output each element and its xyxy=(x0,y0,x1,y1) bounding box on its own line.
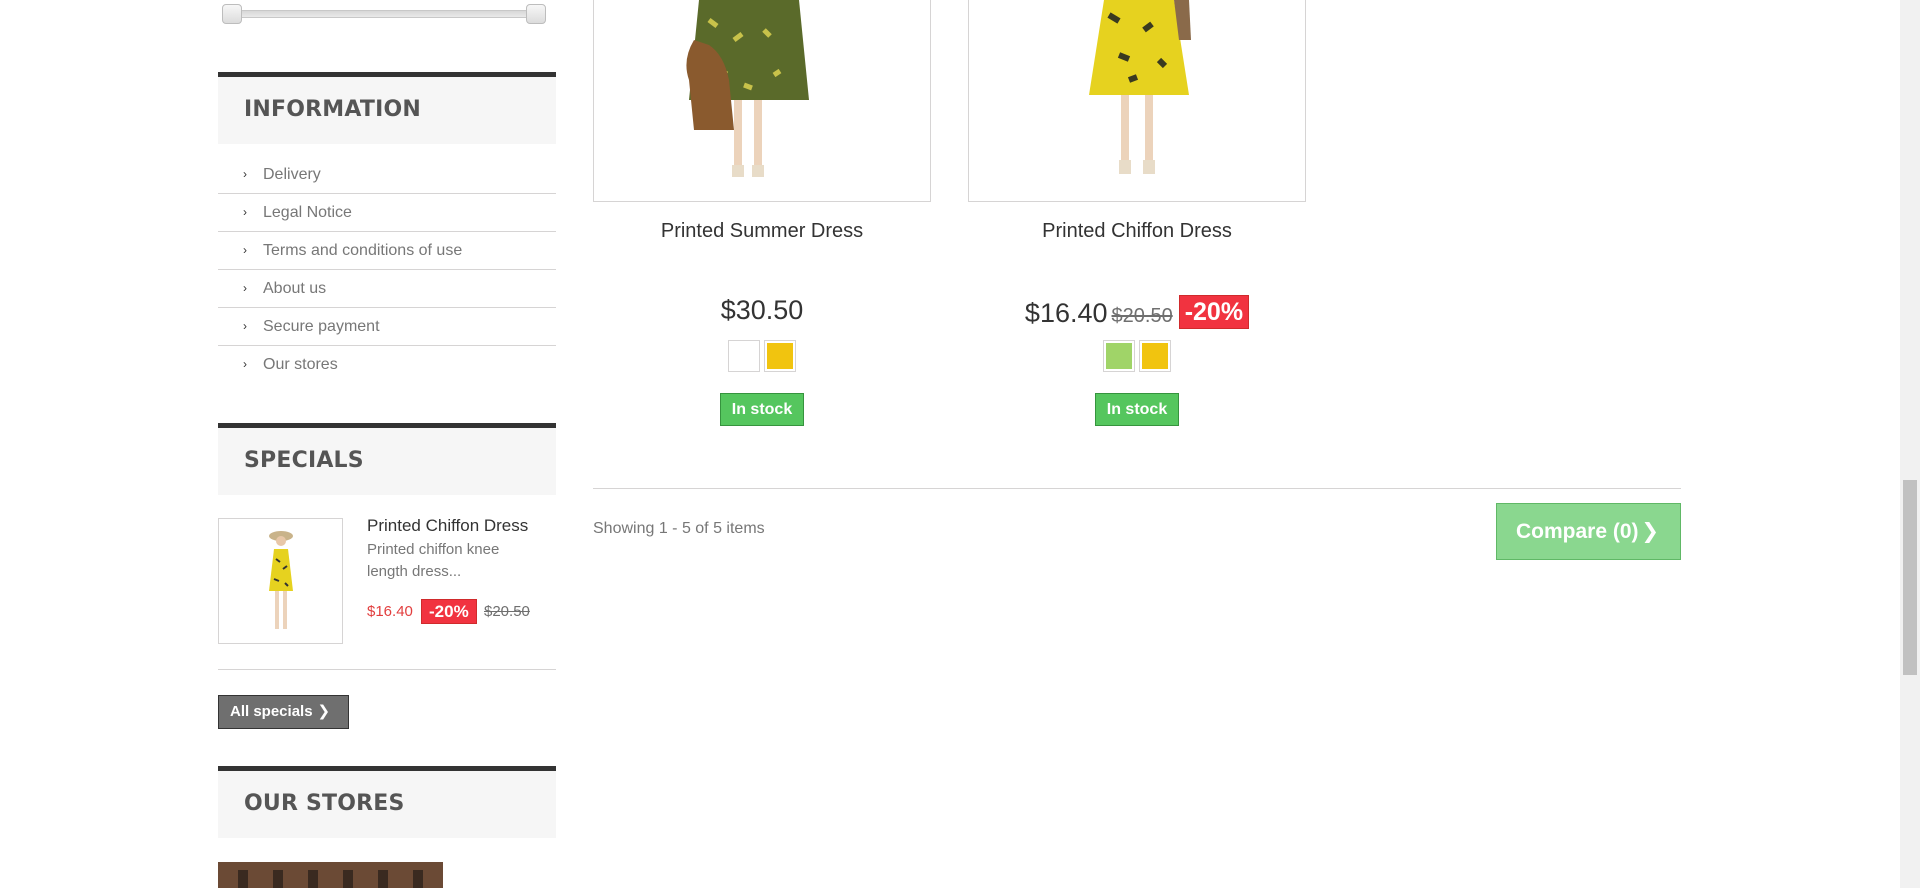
color-swatches xyxy=(593,340,931,372)
slider-handle-min[interactable] xyxy=(222,4,242,24)
chevron-right-icon: › xyxy=(243,243,247,257)
dress-model-image xyxy=(686,0,809,177)
product-price: $16.40 xyxy=(1024,298,1108,328)
product-name[interactable]: Printed Summer Dress xyxy=(593,220,931,243)
color-swatch-yellow[interactable] xyxy=(1139,340,1171,372)
slider-track xyxy=(230,10,538,18)
product-price-row: $30.50 xyxy=(593,295,931,326)
scrollbar-thumb[interactable] xyxy=(1903,480,1917,675)
product-image[interactable] xyxy=(968,0,1306,202)
info-item-secure-payment[interactable]: › Secure payment xyxy=(218,308,556,346)
info-item-legal-notice[interactable]: › Legal Notice xyxy=(218,194,556,232)
special-discount-badge: -20% xyxy=(421,599,477,624)
information-list: › Delivery › Legal Notice › Terms and condi… xyxy=(218,156,556,384)
info-item-label[interactable]: Secure payment xyxy=(263,318,380,336)
compare-button[interactable]: Compare (0) ❯ xyxy=(1496,503,1681,560)
chevron-right-icon: › xyxy=(243,357,247,371)
special-product-price: $16.40 xyxy=(367,603,413,620)
slider-handle-max[interactable] xyxy=(526,4,546,24)
product-name[interactable]: Printed Chiffon Dress xyxy=(968,220,1306,243)
special-product-description: Printed chiffon knee length dress... xyxy=(367,541,500,580)
compare-label: Compare (0) xyxy=(1516,520,1639,543)
all-specials-button[interactable]: All specials ❯ xyxy=(218,695,349,729)
chevron-right-icon: › xyxy=(243,319,247,333)
availability-badge: In stock xyxy=(720,393,804,426)
discount-badge: -20% xyxy=(1178,295,1250,329)
stores-title: OUR STORES xyxy=(244,791,405,816)
specials-block-title: SPECIALS xyxy=(218,423,556,495)
info-item-label[interactable]: Delivery xyxy=(263,166,321,184)
stores-block-title: OUR STORES xyxy=(218,766,556,838)
price-range-slider[interactable] xyxy=(222,4,546,24)
information-block-title: INFORMATION xyxy=(218,72,556,144)
special-old-price: $20.50 xyxy=(484,603,530,620)
dress-model-image xyxy=(1089,0,1191,174)
product-image[interactable] xyxy=(593,0,931,202)
color-swatch-green[interactable] xyxy=(1103,340,1135,372)
product-price-row: $16.40 $20.50 -20% xyxy=(968,295,1306,329)
divider xyxy=(593,488,1681,489)
chevron-right-icon: ❯ xyxy=(317,703,331,720)
special-product-image[interactable] xyxy=(218,518,343,644)
color-swatch-yellow[interactable] xyxy=(764,340,796,372)
dress-model-image xyxy=(269,531,293,629)
product-old-price: $20.50 xyxy=(1111,305,1173,327)
specials-title: SPECIALS xyxy=(244,448,364,473)
info-item-about-us[interactable]: › About us xyxy=(218,270,556,308)
info-item-terms[interactable]: › Terms and conditions of use xyxy=(218,232,556,270)
chevron-right-icon: › xyxy=(243,167,247,181)
chevron-right-icon: › xyxy=(243,205,247,219)
page-scrollbar[interactable] xyxy=(1900,0,1920,888)
color-swatch-white[interactable] xyxy=(728,340,760,372)
showing-count: Showing 1 - 5 of 5 items xyxy=(593,520,765,537)
color-swatches xyxy=(968,340,1306,372)
special-product-name[interactable]: Printed Chiffon Dress xyxy=(367,516,528,536)
chevron-right-icon: › xyxy=(243,281,247,295)
info-item-label[interactable]: Our stores xyxy=(263,356,338,374)
info-item-label[interactable]: About us xyxy=(263,280,326,298)
info-item-label[interactable]: Legal Notice xyxy=(263,204,352,222)
divider xyxy=(218,669,556,670)
info-item-label[interactable]: Terms and conditions of use xyxy=(263,242,462,260)
information-title: INFORMATION xyxy=(244,97,421,122)
info-item-delivery[interactable]: › Delivery xyxy=(218,156,556,194)
chevron-right-icon: ❯ xyxy=(1641,520,1659,543)
info-item-our-stores[interactable]: › Our stores xyxy=(218,346,556,384)
product-price: $30.50 xyxy=(720,295,804,325)
store-image[interactable] xyxy=(218,862,443,888)
all-specials-label: All specials xyxy=(230,703,313,720)
availability-badge: In stock xyxy=(1095,393,1179,426)
